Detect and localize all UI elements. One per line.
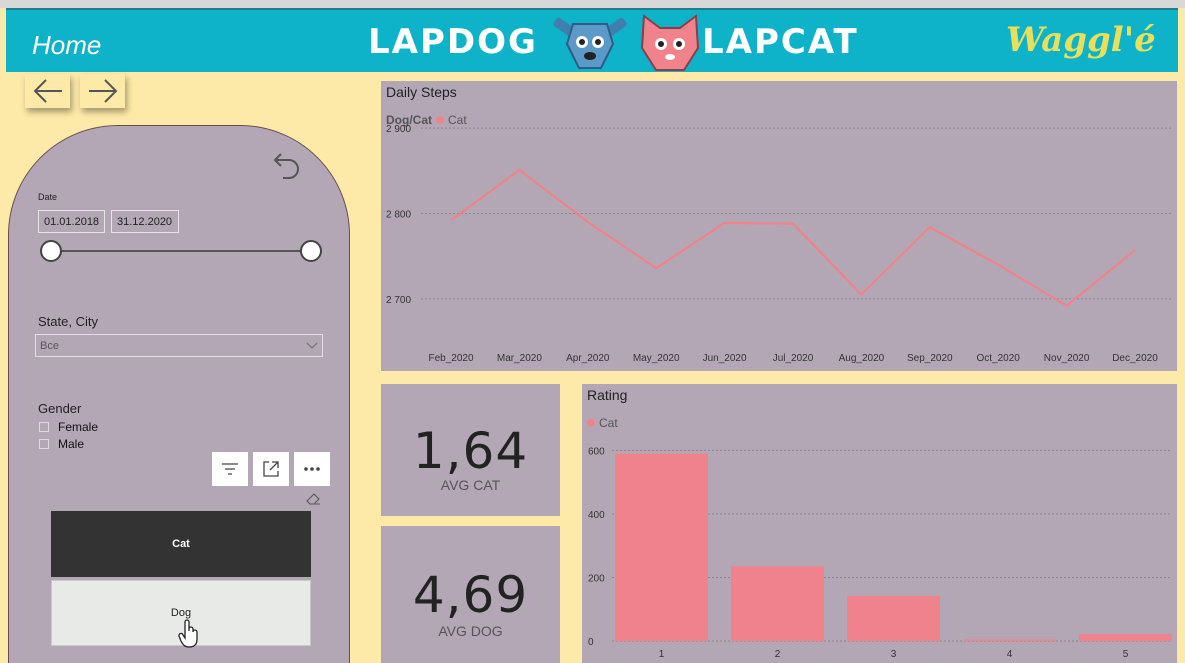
kpi-card-avg-cat: 1,64 AVG CAT xyxy=(381,384,560,516)
dog-logo-icon xyxy=(553,17,627,69)
bar[interactable] xyxy=(963,639,1056,641)
rating-svg: 0 200 400 600 1 2 3 4 5 xyxy=(588,446,1172,660)
date-slider-start-handle[interactable] xyxy=(40,240,62,262)
x-tick-label: Jun_2020 xyxy=(703,353,747,364)
daily-steps-card: Daily Steps Dog/Cat Cat 2 700 2 800 2 900 F… xyxy=(381,81,1177,371)
data-point[interactable] xyxy=(928,225,932,229)
x-tick-label: Dec_2020 xyxy=(1112,353,1158,364)
home-link[interactable]: Home xyxy=(32,30,101,61)
hand-pointer-icon xyxy=(178,619,198,648)
date-slider-track[interactable] xyxy=(51,250,313,252)
data-point[interactable] xyxy=(791,222,795,226)
data-point[interactable] xyxy=(654,266,658,270)
x-tick-label: Aug_2020 xyxy=(839,353,885,364)
window-top-strip xyxy=(0,0,1185,8)
series-line-cat[interactable] xyxy=(450,168,1136,308)
x-tick-label: Apr_2020 xyxy=(566,353,610,364)
filter-icon xyxy=(222,463,238,475)
y-tick-label: 2 800 xyxy=(386,209,411,220)
waggle-logo: Waggl'é xyxy=(1006,20,1156,60)
rating-card: Rating Cat 0 200 400 600 1 2 3 4 5 xyxy=(582,384,1177,663)
data-point[interactable] xyxy=(1065,304,1069,308)
focus-mode-button[interactable] xyxy=(253,452,289,486)
x-tick-label: Feb_2020 xyxy=(428,353,473,364)
x-tick-label: 5 xyxy=(1123,649,1129,660)
y-tick-label: 200 xyxy=(588,573,605,584)
x-tick-label: May_2020 xyxy=(633,353,680,364)
back-button[interactable] xyxy=(25,74,70,108)
gender-male-checkbox[interactable] xyxy=(39,439,49,449)
gender-male-label: Male xyxy=(58,437,85,451)
state-city-dropdown[interactable]: Все xyxy=(35,334,323,357)
data-point[interactable] xyxy=(1133,248,1137,252)
cat-logo-icon xyxy=(640,14,700,71)
more-options-button[interactable] xyxy=(294,452,330,486)
chevron-down-icon xyxy=(306,342,318,349)
bar[interactable] xyxy=(847,595,940,641)
more-icon xyxy=(304,467,320,471)
x-tick-label: Mar_2020 xyxy=(497,353,542,364)
date-to-input[interactable]: 31.12.2020 xyxy=(111,210,179,233)
brand-lapcat: LAPCAT xyxy=(702,22,859,62)
filter-button[interactable] xyxy=(212,452,248,486)
y-tick-label: 600 xyxy=(588,446,605,457)
expand-icon xyxy=(263,461,279,477)
arrow-right-icon xyxy=(88,79,117,103)
gender-female-label: Female xyxy=(58,420,99,434)
eraser-icon[interactable] xyxy=(305,492,321,506)
gender-label: Gender xyxy=(38,401,82,416)
state-city-label: State, City xyxy=(38,314,98,329)
date-from-input[interactable]: 01.01.2018 xyxy=(38,210,105,233)
data-point[interactable] xyxy=(517,168,521,172)
data-point[interactable] xyxy=(723,221,727,225)
x-tick-label: 1 xyxy=(659,649,665,660)
y-tick-label: 2 700 xyxy=(386,295,411,306)
date-label: Date xyxy=(38,192,58,202)
bar[interactable] xyxy=(731,566,824,641)
arrow-left-icon xyxy=(33,79,62,103)
state-city-value: Все xyxy=(40,340,59,352)
data-point[interactable] xyxy=(586,220,590,224)
y-tick-label: 0 xyxy=(588,637,594,648)
x-tick-label: Nov_2020 xyxy=(1044,353,1090,364)
kpi-value-avg-dog: 4,69 xyxy=(412,566,529,624)
x-tick-label: Oct_2020 xyxy=(977,353,1021,364)
brand-lapdog: LAPDOG xyxy=(368,22,538,62)
x-tick-label: Jul_2020 xyxy=(773,353,814,364)
data-point[interactable] xyxy=(449,218,453,222)
bar[interactable] xyxy=(615,453,708,641)
data-point[interactable] xyxy=(996,263,1000,267)
type-tile-cat[interactable]: Cat xyxy=(51,511,311,577)
undo-icon[interactable] xyxy=(271,148,303,180)
forward-button[interactable] xyxy=(80,74,125,108)
kpi-value-avg-cat: 1,64 xyxy=(412,422,529,480)
x-tick-label: 3 xyxy=(891,649,897,660)
kpi-label-avg-cat: AVG CAT xyxy=(440,477,501,493)
header-bar: Home LAPDOG LAPCAT Waggl'é xyxy=(6,8,1178,72)
kpi-label-avg-dog: AVG DOG xyxy=(438,623,503,639)
x-tick-label: 4 xyxy=(1007,649,1013,660)
date-slider-end-handle[interactable] xyxy=(300,240,322,262)
kpi-card-avg-dog: 4,69 AVG DOG xyxy=(381,526,560,663)
x-tick-label: 2 xyxy=(775,649,781,660)
data-point[interactable] xyxy=(859,293,863,297)
gender-female-checkbox[interactable] xyxy=(39,422,49,432)
y-tick-label: 400 xyxy=(588,510,605,521)
bar[interactable] xyxy=(1079,634,1172,641)
x-tick-label: Sep_2020 xyxy=(907,353,953,364)
y-tick-label: 2 900 xyxy=(386,124,411,135)
daily-steps-svg: 2 700 2 800 2 900 Feb_2020 Mar_2020 Apr_2020 M… xyxy=(386,124,1171,364)
filter-panel: Date 01.01.2018 31.12.2020 State, City В… xyxy=(8,125,350,663)
